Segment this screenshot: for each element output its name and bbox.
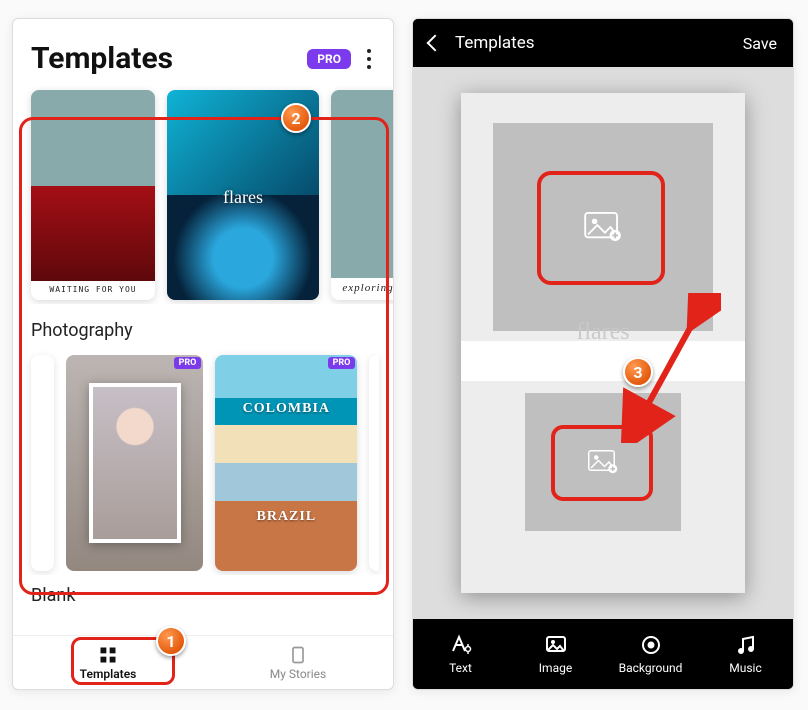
- template-card-waiting[interactable]: WAITING FOR YOU: [31, 90, 155, 300]
- callout-2: 2: [281, 103, 311, 133]
- editor-screen: Templates Save flares: [412, 18, 794, 690]
- stories-icon: [288, 645, 308, 665]
- card-caption: exploring: [331, 278, 393, 300]
- template-card-exploring[interactable]: exploring: [331, 90, 393, 300]
- editor-header: Templates Save: [413, 19, 793, 67]
- page-title: Templates: [31, 41, 307, 76]
- editor-canvas[interactable]: flares 3: [461, 93, 745, 593]
- card-caption: WAITING FOR YOU: [31, 281, 155, 300]
- templates-row-featured[interactable]: WAITING FOR YOU flares exploring: [13, 86, 393, 304]
- callout-1: 1: [156, 626, 186, 656]
- card-caption: BRAZIL: [257, 509, 317, 525]
- mini-pro-badge: PRO: [328, 357, 356, 369]
- tool-label: Image: [539, 661, 572, 675]
- template-card-peek-right[interactable]: [369, 355, 379, 571]
- editor-canvas-area: flares 3: [413, 67, 793, 619]
- templates-icon: [98, 645, 118, 665]
- templates-body: WAITING FOR YOU flares exploring Photogr…: [13, 86, 393, 635]
- add-image-icon: [584, 212, 622, 242]
- card-caption: COLOMBIA: [243, 401, 330, 417]
- tab-label: My Stories: [270, 667, 326, 681]
- tab-label: Templates: [80, 667, 137, 681]
- header-title: Templates: [455, 33, 729, 53]
- back-icon[interactable]: [427, 35, 444, 52]
- music-icon: [734, 633, 758, 657]
- tool-background[interactable]: Background: [603, 619, 698, 689]
- section-photography: Photography: [13, 304, 393, 341]
- tool-label: Music: [729, 661, 761, 675]
- template-card-countries[interactable]: COLOMBIA BRAZIL PRO: [215, 355, 357, 571]
- image-slot-top[interactable]: [493, 123, 713, 331]
- templates-header: Templates PRO: [13, 19, 393, 86]
- text-icon: [449, 633, 473, 657]
- callout-3: 3: [623, 357, 653, 387]
- card-caption: flares: [167, 187, 319, 208]
- section-blank: Blank: [13, 575, 393, 606]
- add-image-icon: [588, 450, 618, 474]
- template-card-portrait[interactable]: PRO: [66, 355, 203, 571]
- tool-label: Text: [449, 661, 472, 675]
- mini-pro-badge: PRO: [174, 357, 202, 369]
- bottom-nav: Templates My Stories: [13, 635, 393, 689]
- template-card-peek-left[interactable]: [31, 355, 54, 571]
- editor-toolbar: Text Image Background Music: [413, 619, 793, 689]
- tool-label: Background: [619, 661, 683, 675]
- more-menu-icon[interactable]: [367, 57, 371, 61]
- templates-screen: Templates PRO WAITING FOR YOU flares exp…: [12, 18, 394, 690]
- template-signature: flares: [461, 319, 745, 346]
- tab-my-stories[interactable]: My Stories: [203, 636, 393, 689]
- tool-image[interactable]: Image: [508, 619, 603, 689]
- tool-text[interactable]: Text: [413, 619, 508, 689]
- background-icon: [639, 633, 663, 657]
- image-icon: [544, 633, 568, 657]
- tool-music[interactable]: Music: [698, 619, 793, 689]
- save-button[interactable]: Save: [743, 34, 777, 53]
- templates-row-photography[interactable]: PRO COLOMBIA BRAZIL PRO: [13, 341, 393, 575]
- image-slot-bottom[interactable]: [525, 393, 681, 531]
- pro-badge[interactable]: PRO: [307, 49, 351, 69]
